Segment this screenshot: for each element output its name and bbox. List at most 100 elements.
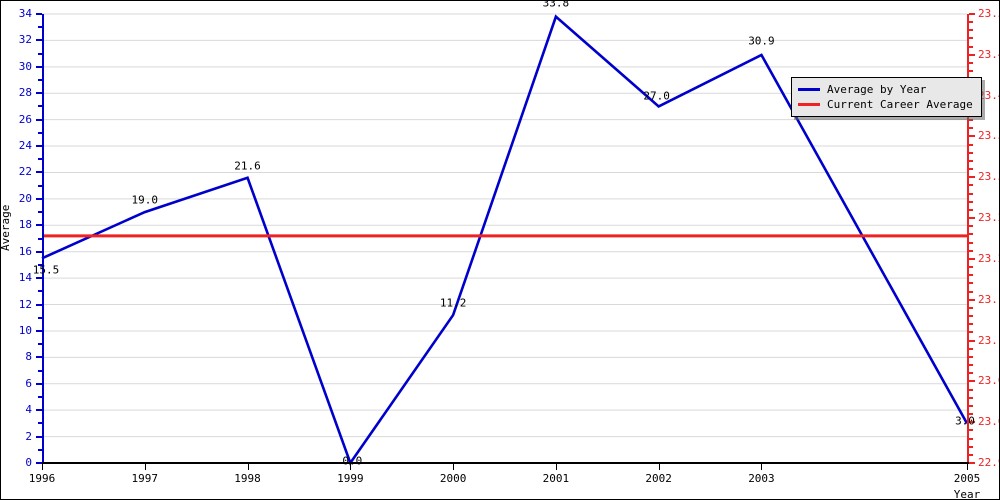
left-axis-tick-label: 34	[18, 7, 32, 20]
left-axis-minor-tick	[38, 448, 42, 451]
right-axis-minor-tick	[969, 404, 973, 407]
left-axis-tick	[36, 145, 42, 148]
left-axis-tick	[36, 118, 42, 121]
data-point-label: 3.0	[955, 414, 975, 428]
left-axis-tick	[36, 65, 42, 68]
left-axis-tick-label: 32	[18, 33, 32, 47]
left-axis-minor-tick	[38, 422, 42, 425]
right-axis-minor-tick	[969, 127, 973, 130]
right-axis-minor-tick	[969, 355, 973, 358]
data-point-label: 30.9	[748, 34, 775, 48]
legend-label-average-by-year: Average by Year	[827, 83, 927, 96]
right-axis-minor-tick	[969, 241, 973, 244]
right-axis-minor-tick	[969, 21, 973, 24]
right-axis-tick	[969, 339, 975, 342]
right-axis-minor-tick	[969, 37, 973, 40]
right-axis-minor-tick	[969, 61, 973, 64]
x-axis-tick	[42, 464, 43, 470]
x-axis-tick	[144, 464, 146, 470]
legend-label-current-career-average: Current Career Average	[827, 98, 973, 111]
left-axis-minor-tick	[38, 184, 42, 187]
left-axis-tick-label: 2	[25, 429, 32, 443]
right-axis-minor-tick	[969, 290, 973, 293]
right-axis-minor-tick	[969, 143, 973, 146]
x-axis-title: Year	[953, 488, 981, 500]
left-axis-tick-label: 24	[18, 139, 32, 153]
x-axis-tick	[453, 464, 455, 470]
left-axis-minor-tick	[38, 79, 42, 82]
left-axis-tick-label: 6	[25, 376, 32, 390]
right-axis-minor-tick	[969, 192, 973, 195]
bottom-axis-line	[42, 462, 969, 464]
left-axis-tick	[36, 224, 42, 227]
left-axis-tick-label: 22	[18, 165, 32, 179]
data-point-label: 15.5	[32, 263, 60, 277]
left-axis-minor-tick	[38, 131, 42, 134]
right-axis-minor-tick	[969, 266, 973, 269]
right-axis-minor-tick	[969, 168, 973, 171]
left-axis-tick	[36, 435, 42, 438]
right-axis-minor-tick	[969, 184, 973, 187]
x-axis-tick-label: 1997	[131, 472, 159, 485]
right-axis-tick-label: 23.05	[978, 374, 999, 388]
right-axis-minor-tick	[969, 151, 973, 154]
left-axis-tick-label: 20	[18, 191, 32, 205]
x-axis-tick	[555, 464, 557, 470]
right-axis-tick-label: 23.15	[978, 292, 999, 306]
left-axis-minor-tick	[38, 316, 42, 319]
right-axis-minor-tick	[969, 445, 973, 448]
left-axis-tick-label: 4	[25, 403, 32, 417]
right-axis-minor-tick	[969, 200, 973, 203]
left-axis-tick-label: 10	[18, 323, 32, 337]
legend-item-current-career-average[interactable]: Current Career Average	[798, 97, 973, 112]
left-axis-minor-tick	[38, 26, 42, 29]
left-axis-tick-label: 0	[25, 456, 32, 469]
right-axis-minor-tick	[969, 396, 973, 399]
left-axis-tick-label: 14	[18, 271, 32, 285]
right-axis-tick	[969, 13, 975, 15]
right-axis-minor-tick	[969, 29, 973, 32]
right-axis-tick-label: 23.50	[978, 7, 999, 20]
right-axis-tick-label: 23.45	[978, 47, 999, 61]
right-axis-minor-tick	[969, 274, 973, 277]
right-axis-tick-label: 23.25	[978, 211, 999, 225]
left-axis-tick	[36, 39, 42, 42]
right-axis-tick	[969, 257, 975, 260]
x-axis-tick-label: 2001	[542, 472, 570, 485]
left-axis-minor-tick	[38, 369, 42, 372]
right-axis-minor-tick	[969, 437, 973, 440]
legend-swatch-red-line	[798, 103, 820, 106]
left-axis-tick	[36, 303, 42, 306]
legend-item-average-by-year[interactable]: Average by Year	[798, 82, 973, 97]
left-axis-tick	[36, 277, 42, 280]
right-axis-tick-label: 23.35	[978, 129, 999, 143]
x-axis-tick-label: 1996	[28, 472, 56, 485]
right-axis-tick-label: 23.20	[978, 251, 999, 265]
chart-legend[interactable]: Average by Year Current Career Average	[791, 77, 982, 117]
left-axis-minor-tick	[38, 105, 42, 108]
left-axis-minor-tick	[38, 343, 42, 346]
right-axis-minor-tick	[969, 159, 973, 162]
left-axis-tick	[36, 356, 42, 359]
right-axis-minor-tick	[969, 208, 973, 211]
left-axis-minor-tick	[38, 237, 42, 240]
right-axis-minor-tick	[969, 70, 973, 73]
left-axis-minor-tick	[38, 52, 42, 55]
right-axis-tick	[969, 380, 975, 383]
left-axis-minor-tick	[38, 395, 42, 398]
right-axis-minor-tick	[969, 119, 973, 122]
data-point-label: 33.8	[542, 0, 570, 10]
right-axis-minor-tick	[969, 323, 973, 326]
line-chart: 0246810121416182022242628303234 22.9523.…	[0, 0, 1000, 500]
right-axis-minor-tick	[969, 429, 973, 432]
right-axis-minor-tick	[969, 364, 973, 367]
left-axis-tick-label: 18	[18, 218, 32, 232]
left-axis-tick	[36, 382, 42, 385]
left-axis-tick-label: 8	[25, 350, 32, 364]
left-axis-minor-tick	[38, 158, 42, 161]
left-axis-tick-label: 26	[18, 112, 32, 126]
x-axis-tick	[967, 464, 968, 470]
data-point-label: 19.0	[131, 193, 159, 207]
x-axis-tick-label: 1998	[234, 472, 261, 485]
left-axis-minor-tick	[38, 211, 42, 214]
